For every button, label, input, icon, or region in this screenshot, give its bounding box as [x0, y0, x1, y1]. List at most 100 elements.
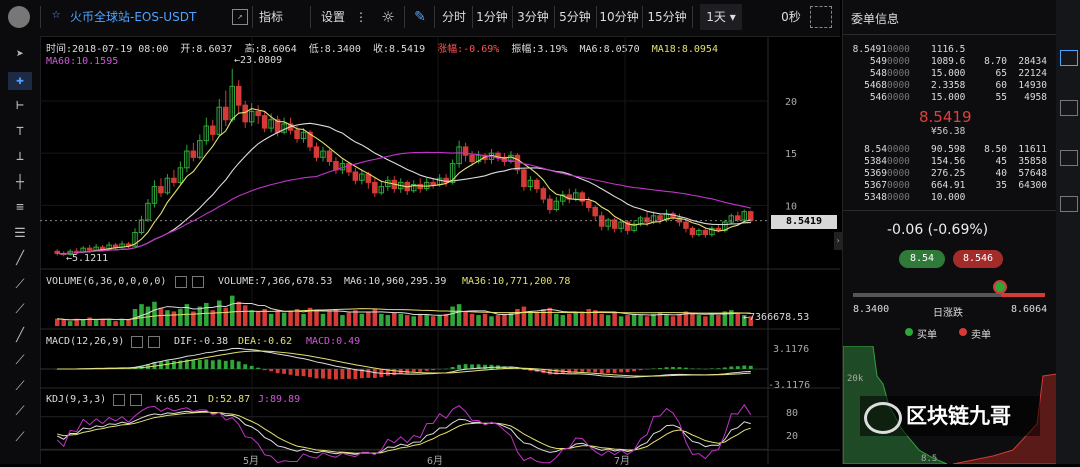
ray-tool-icon[interactable]: ⟋: [8, 276, 32, 294]
macd-histogram-bar: [230, 359, 235, 369]
more-dots-icon[interactable]: ⋮: [355, 4, 367, 30]
path-tool-icon[interactable]: ⟋: [8, 429, 32, 447]
volume-bar: [392, 312, 397, 326]
candle-body: [462, 146, 469, 156]
volume-bar: [424, 315, 429, 326]
bid-row[interactable]: 5369 0000 276.25 40 57648: [843, 168, 1057, 180]
fullscreen-icon[interactable]: [810, 6, 832, 28]
bid-row[interactable]: 5367 0000 664.91 35 64300: [843, 180, 1057, 192]
macd-histogram-bar: [262, 369, 267, 371]
bid-row[interactable]: 8.54 0000 90.598 8.50 11611: [843, 144, 1057, 156]
interval-0[interactable]: 分时: [438, 4, 470, 30]
volume-bar: [670, 316, 676, 326]
macd-settings-icon[interactable]: [131, 336, 143, 348]
macd-histogram-bar: [288, 369, 293, 375]
ask-row[interactable]: 8.5491 0000 1116.5: [843, 44, 1057, 56]
candle-body: [112, 244, 119, 248]
volume-bar: [106, 319, 112, 326]
kdj-j: J:89.89: [258, 394, 301, 405]
volume-bar: [599, 313, 604, 326]
gann-tool-icon[interactable]: ⟋: [8, 403, 32, 421]
hray-tool-icon[interactable]: ⊤: [8, 123, 32, 141]
macd-close-icon[interactable]: [148, 336, 160, 348]
volume-bar: [314, 310, 319, 326]
orderbook-title: 委单信息: [851, 12, 900, 26]
bid-amount: 154.56: [931, 156, 966, 167]
kdj-close-icon[interactable]: [130, 394, 142, 406]
segment-tool-icon[interactable]: ⊥: [8, 148, 32, 166]
parallel-tool-icon[interactable]: ⟋: [8, 352, 32, 370]
bid-amount: 664.91: [931, 180, 966, 191]
ask-row[interactable]: 549 0000 1089.6 8.70 28434: [843, 56, 1057, 68]
interval-3[interactable]: 5分钟: [556, 4, 594, 30]
depth-view-icon[interactable]: [1060, 100, 1078, 116]
candle-body: [99, 246, 106, 250]
bid-price-dim: 0000: [887, 192, 910, 203]
ask-row[interactable]: 5468 0000 2.3358 60 14930: [843, 80, 1057, 92]
theme-sun-icon[interactable]: ☼: [378, 4, 398, 30]
watermark-text: 区块链九哥: [906, 404, 1011, 428]
ask-row[interactable]: 546 0000 15.000 55 4958: [843, 92, 1057, 104]
ask-price: 546: [869, 92, 887, 103]
watermark: 区块链九哥: [860, 396, 1040, 436]
volume-close-icon[interactable]: [192, 276, 204, 288]
collapse-arrow-icon[interactable]: ›: [834, 232, 842, 250]
ask-price: 5468: [864, 80, 887, 91]
kdj-settings-icon[interactable]: [113, 394, 125, 406]
macd-histogram-bar: [638, 369, 643, 371]
bid-price-dim: 0000: [887, 180, 910, 191]
interval-1[interactable]: 1分钟: [474, 4, 510, 30]
volume-bar: [573, 312, 579, 326]
interval-2[interactable]: 3分钟: [514, 4, 552, 30]
draw-pen-icon[interactable]: ✎: [410, 4, 430, 30]
bid-price: 5367: [864, 180, 887, 191]
kline-view-icon[interactable]: [1060, 50, 1078, 66]
fib-tool-icon[interactable]: ☰: [8, 225, 32, 243]
arrow-tool-icon[interactable]: ⟋: [8, 301, 32, 319]
volume-bar: [242, 305, 248, 326]
interval-5[interactable]: 15分钟: [644, 4, 690, 30]
volume-bar: [178, 309, 183, 326]
hline-tool-icon[interactable]: ⊢: [8, 97, 32, 115]
volume-bar: [450, 306, 455, 326]
vline-tool-icon[interactable]: ┼: [8, 174, 32, 192]
symbol-selector[interactable]: 火币全球站-EOS-USDT: [70, 4, 220, 30]
interval-dropdown[interactable]: 1天 ▾: [700, 4, 742, 30]
current-price-tag: 8.5419: [771, 215, 837, 229]
sell-price-button[interactable]: 8.546: [953, 250, 1003, 268]
pointer-tool-icon[interactable]: ➤: [8, 46, 32, 64]
settings-button[interactable]: 设置: [318, 4, 348, 30]
price-tick-label: 15: [785, 149, 797, 160]
indicators-button[interactable]: 指标: [256, 4, 286, 30]
volume-bar: [93, 319, 99, 326]
ask-price-dim: 0000: [887, 56, 910, 67]
macd-histogram-bar: [742, 365, 747, 369]
macd-histogram-bar: [295, 369, 299, 376]
volume-settings-icon[interactable]: [175, 276, 187, 288]
bid-row[interactable]: 5384 0000 154.56 45 35858: [843, 156, 1057, 168]
favorite-star-icon[interactable]: ☆: [52, 6, 60, 22]
candle-body: [261, 115, 268, 129]
extended-line-icon[interactable]: ╱: [8, 327, 32, 345]
bid-row[interactable]: 5348 0000 10.000: [843, 192, 1057, 204]
candle-body: [255, 110, 261, 117]
buy-price-button[interactable]: 8.54: [899, 250, 945, 268]
macd-histogram-bar: [729, 366, 734, 369]
volume-bar: [735, 312, 741, 326]
macd-histogram-bar: [671, 367, 675, 369]
pitchfork-tool-icon[interactable]: ⟋: [8, 378, 32, 396]
crosshair-tool-icon[interactable]: ✚: [8, 71, 32, 90]
volume-bar: [476, 315, 481, 326]
ask-row[interactable]: 548 0000 15.000 65 22124: [843, 68, 1057, 80]
interval-4[interactable]: 10分钟: [598, 4, 640, 30]
trendline-tool-icon[interactable]: ╱: [8, 250, 32, 268]
info-view-icon[interactable]: [1060, 196, 1078, 212]
candle-body: [747, 211, 754, 222]
range-bar: [853, 293, 1045, 297]
trades-view-icon[interactable]: [1060, 150, 1078, 166]
bid-price-dim: 0000: [887, 168, 910, 179]
macd-upper: 3.1176: [773, 344, 810, 355]
external-link-icon[interactable]: ↗: [232, 9, 248, 25]
channel-tool-icon[interactable]: ≡: [8, 199, 32, 217]
macd-dif: DIF:-0.38: [174, 336, 229, 347]
